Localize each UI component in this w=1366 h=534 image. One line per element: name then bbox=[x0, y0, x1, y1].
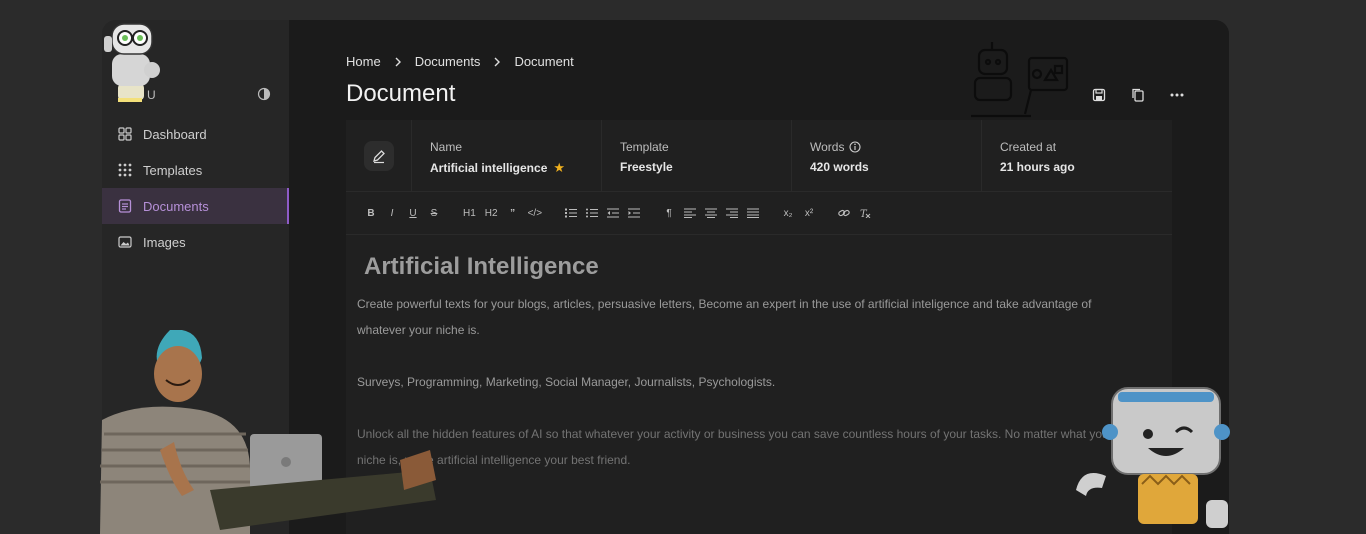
sidebar-item-label: Dashboard bbox=[143, 126, 207, 142]
italic-button[interactable]: I bbox=[386, 208, 398, 219]
meta-words: Words 420 words bbox=[792, 120, 982, 191]
meta-template-label: Template bbox=[620, 140, 669, 154]
code-button[interactable]: </> bbox=[528, 208, 542, 219]
heading2-button[interactable]: H2 bbox=[485, 208, 498, 219]
app-window: U Dashboard Templates Documents Images H… bbox=[102, 20, 1229, 534]
grid-icon bbox=[118, 127, 132, 141]
align-center-icon[interactable] bbox=[705, 208, 718, 218]
robot-screen-illustration bbox=[971, 42, 1069, 118]
meta-template: Template Freestyle bbox=[602, 120, 792, 191]
superscript-button[interactable]: x² bbox=[803, 208, 815, 219]
indent-icon[interactable] bbox=[628, 208, 641, 218]
pencil-icon bbox=[372, 149, 385, 163]
chevron-right-icon bbox=[494, 57, 501, 66]
document-paragraph: Create powerful texts for your blogs, ar… bbox=[357, 297, 1092, 337]
meta-created-value: 21 hours ago bbox=[1000, 160, 1075, 174]
meta-created-label: Created at bbox=[1000, 140, 1057, 154]
sidebar-item-label: Images bbox=[143, 234, 186, 250]
meta-words-label: Words bbox=[810, 140, 845, 154]
subscript-button[interactable]: x₂ bbox=[782, 208, 794, 219]
favorite-star-icon[interactable]: ★ bbox=[553, 160, 565, 176]
meta-template-value: Freestyle bbox=[620, 160, 673, 174]
heading1-button[interactable]: H1 bbox=[463, 208, 476, 219]
document-meta: Name Artificial intelligence ★ Template … bbox=[346, 120, 1172, 192]
user-row[interactable]: U bbox=[102, 82, 289, 108]
meta-icon-cell bbox=[346, 120, 412, 191]
editor-toolbar: B I U S H1 H2 ” </> ¶ x₂ x² T bbox=[346, 192, 1172, 235]
document-paragraph: Surveys, Programming, Marketing, Social … bbox=[357, 375, 776, 389]
theme-toggle-icon[interactable] bbox=[257, 87, 271, 101]
bold-button[interactable]: B bbox=[365, 208, 377, 219]
main-panel: Home Documents Document Document Name Ar… bbox=[289, 20, 1229, 534]
breadcrumb-home[interactable]: Home bbox=[346, 54, 381, 69]
info-icon[interactable] bbox=[849, 141, 862, 153]
breadcrumb-current: Document bbox=[514, 54, 574, 69]
align-justify-icon[interactable] bbox=[747, 208, 760, 218]
meta-words-label-row: Words bbox=[810, 140, 981, 154]
document-editor[interactable]: Artificial Intelligence Create powerful … bbox=[346, 235, 1172, 473]
align-left-icon[interactable] bbox=[684, 208, 697, 218]
sidebar-item-dashboard[interactable]: Dashboard bbox=[102, 116, 289, 152]
outdent-icon[interactable] bbox=[607, 208, 620, 218]
clear-format-icon[interactable]: T bbox=[859, 208, 871, 218]
meta-name-value-row: Artificial intelligence ★ bbox=[430, 160, 601, 176]
ordered-list-icon[interactable] bbox=[565, 208, 578, 218]
document-paragraph: Unlock all the hidden features of AI so … bbox=[357, 427, 1113, 467]
meta-name-label: Name bbox=[430, 140, 463, 154]
more-options-icon[interactable] bbox=[1168, 86, 1186, 104]
sidebar-item-images[interactable]: Images bbox=[102, 224, 289, 260]
link-icon[interactable] bbox=[838, 208, 850, 218]
bullet-list-icon[interactable] bbox=[586, 208, 599, 218]
meta-name: Name Artificial intelligence ★ bbox=[412, 120, 602, 191]
sidebar-item-templates[interactable]: Templates bbox=[102, 152, 289, 188]
meta-created: Created at 21 hours ago bbox=[982, 120, 1172, 191]
underline-button[interactable]: U bbox=[407, 208, 419, 219]
meta-name-value: Artificial intelligence bbox=[430, 161, 548, 175]
image-icon bbox=[118, 236, 132, 248]
sidebar-item-label: Documents bbox=[143, 198, 209, 214]
save-icon[interactable] bbox=[1090, 86, 1108, 104]
header-actions bbox=[1069, 86, 1186, 104]
user-initial: U bbox=[147, 88, 156, 102]
paragraph-button[interactable]: ¶ bbox=[663, 208, 675, 219]
edit-document-button[interactable] bbox=[363, 140, 394, 171]
align-right-icon[interactable] bbox=[726, 208, 739, 218]
document-card: Name Artificial intelligence ★ Template … bbox=[346, 120, 1172, 534]
breadcrumb: Home Documents Document bbox=[346, 54, 574, 69]
blockquote-button[interactable]: ” bbox=[507, 208, 519, 219]
chevron-right-icon bbox=[395, 57, 401, 66]
strikethrough-button[interactable]: S bbox=[428, 208, 440, 219]
meta-words-value: 420 words bbox=[810, 160, 869, 174]
breadcrumb-documents[interactable]: Documents bbox=[415, 54, 481, 69]
sidebar-item-documents[interactable]: Documents bbox=[102, 188, 289, 224]
sidebar-nav: Dashboard Templates Documents Images bbox=[102, 116, 289, 260]
document-icon bbox=[118, 199, 132, 213]
copy-icon[interactable] bbox=[1129, 86, 1147, 104]
dots-grid-icon bbox=[118, 163, 132, 177]
sidebar-item-label: Templates bbox=[143, 162, 203, 178]
document-heading: Artificial Intelligence bbox=[364, 253, 599, 280]
sidebar: U Dashboard Templates Documents Images bbox=[102, 20, 289, 534]
page-title: Document bbox=[346, 80, 456, 107]
